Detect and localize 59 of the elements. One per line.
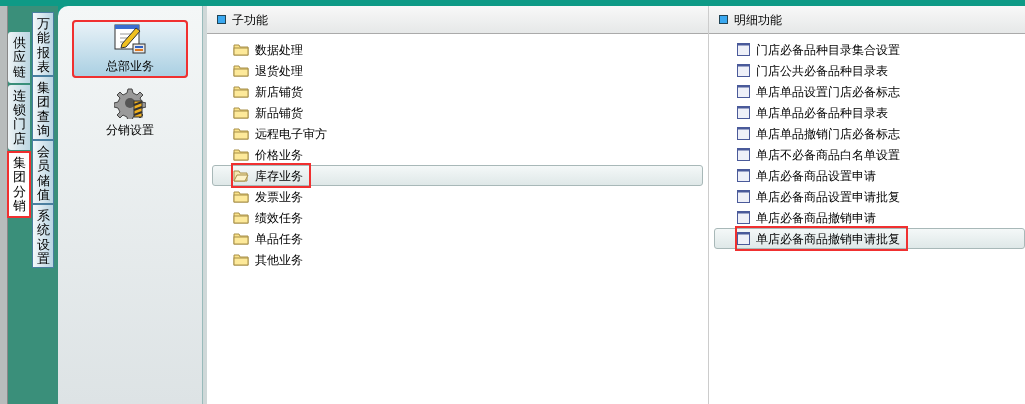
document-icon (737, 106, 750, 119)
list-item[interactable]: 退货处理 (212, 60, 703, 81)
module-button[interactable]: 总部业务 (72, 20, 188, 78)
list-item[interactable]: 绩效任务 (212, 207, 703, 228)
document-icon (737, 190, 750, 203)
panel-title: 明细功能 (734, 11, 782, 29)
folder-icon (233, 253, 249, 266)
list-item[interactable]: 单店单品设置门店必备标志 (714, 81, 1025, 102)
side-tab[interactable]: 连锁门店 (8, 84, 30, 151)
folder-icon (233, 148, 249, 161)
folder-icon (233, 190, 249, 203)
module-button[interactable]: 分销设置 (72, 84, 188, 142)
folder-icon (233, 106, 249, 119)
list-item[interactable]: 数据处理 (212, 39, 703, 60)
list-item[interactable]: 单店必备商品撤销申请批复 (714, 228, 1025, 249)
square-icon (217, 15, 226, 24)
panel-title: 子功能 (232, 11, 268, 29)
document-icon (737, 64, 750, 77)
document-icon (737, 148, 750, 161)
list-item[interactable]: 其他业务 (212, 249, 703, 270)
folder-icon (233, 64, 249, 77)
list-item[interactable]: 单店单品撤销门店必备标志 (714, 123, 1025, 144)
document-icon (737, 127, 750, 140)
list-item[interactable]: 远程电子审方 (212, 123, 703, 144)
list-item[interactable]: 单店必备商品设置申请 (714, 165, 1025, 186)
list-item[interactable]: 发票业务 (212, 186, 703, 207)
list-item[interactable]: 单店单品必备品种目录表 (714, 102, 1025, 123)
folder-icon (233, 43, 249, 56)
highlight-frame: 单店必备商品撤销申请批复 (737, 228, 906, 249)
folder-icon (233, 232, 249, 245)
list-item[interactable]: 门店必备品种目录集合设置 (714, 39, 1025, 60)
document-icon (737, 211, 750, 224)
square-icon (719, 15, 728, 24)
list-item[interactable]: 门店公共必备品种目录表 (714, 60, 1025, 81)
side-tab[interactable]: 供应链 (8, 32, 30, 83)
folder-icon (233, 169, 249, 182)
list-item[interactable]: 库存业务 (212, 165, 703, 186)
notepad-icon (113, 23, 147, 55)
side-tab[interactable]: 集团查询 (32, 76, 54, 140)
highlight-frame: 库存业务 (233, 165, 309, 186)
document-icon (737, 169, 750, 182)
list-item[interactable]: 单品任务 (212, 228, 703, 249)
side-tab[interactable]: 集团分销 (8, 152, 30, 218)
folder-icon (233, 127, 249, 140)
gear-icon (114, 87, 146, 119)
document-icon (737, 43, 750, 56)
list-item[interactable]: 单店必备商品设置申请批复 (714, 186, 1025, 207)
list-item[interactable]: 价格业务 (212, 144, 703, 165)
list-item[interactable]: 单店必备商品撤销申请 (714, 207, 1025, 228)
side-tab[interactable]: 系统设置 (32, 204, 54, 268)
side-tab[interactable]: 万能报表 (32, 12, 54, 76)
document-icon (737, 85, 750, 98)
folder-icon (233, 211, 249, 224)
document-icon (737, 232, 750, 245)
folder-icon (233, 85, 249, 98)
list-item[interactable]: 新店铺货 (212, 81, 703, 102)
side-tab[interactable]: 会员储值 (32, 140, 54, 204)
list-item[interactable]: 新品铺货 (212, 102, 703, 123)
list-item[interactable]: 单店不必备商品白名单设置 (714, 144, 1025, 165)
